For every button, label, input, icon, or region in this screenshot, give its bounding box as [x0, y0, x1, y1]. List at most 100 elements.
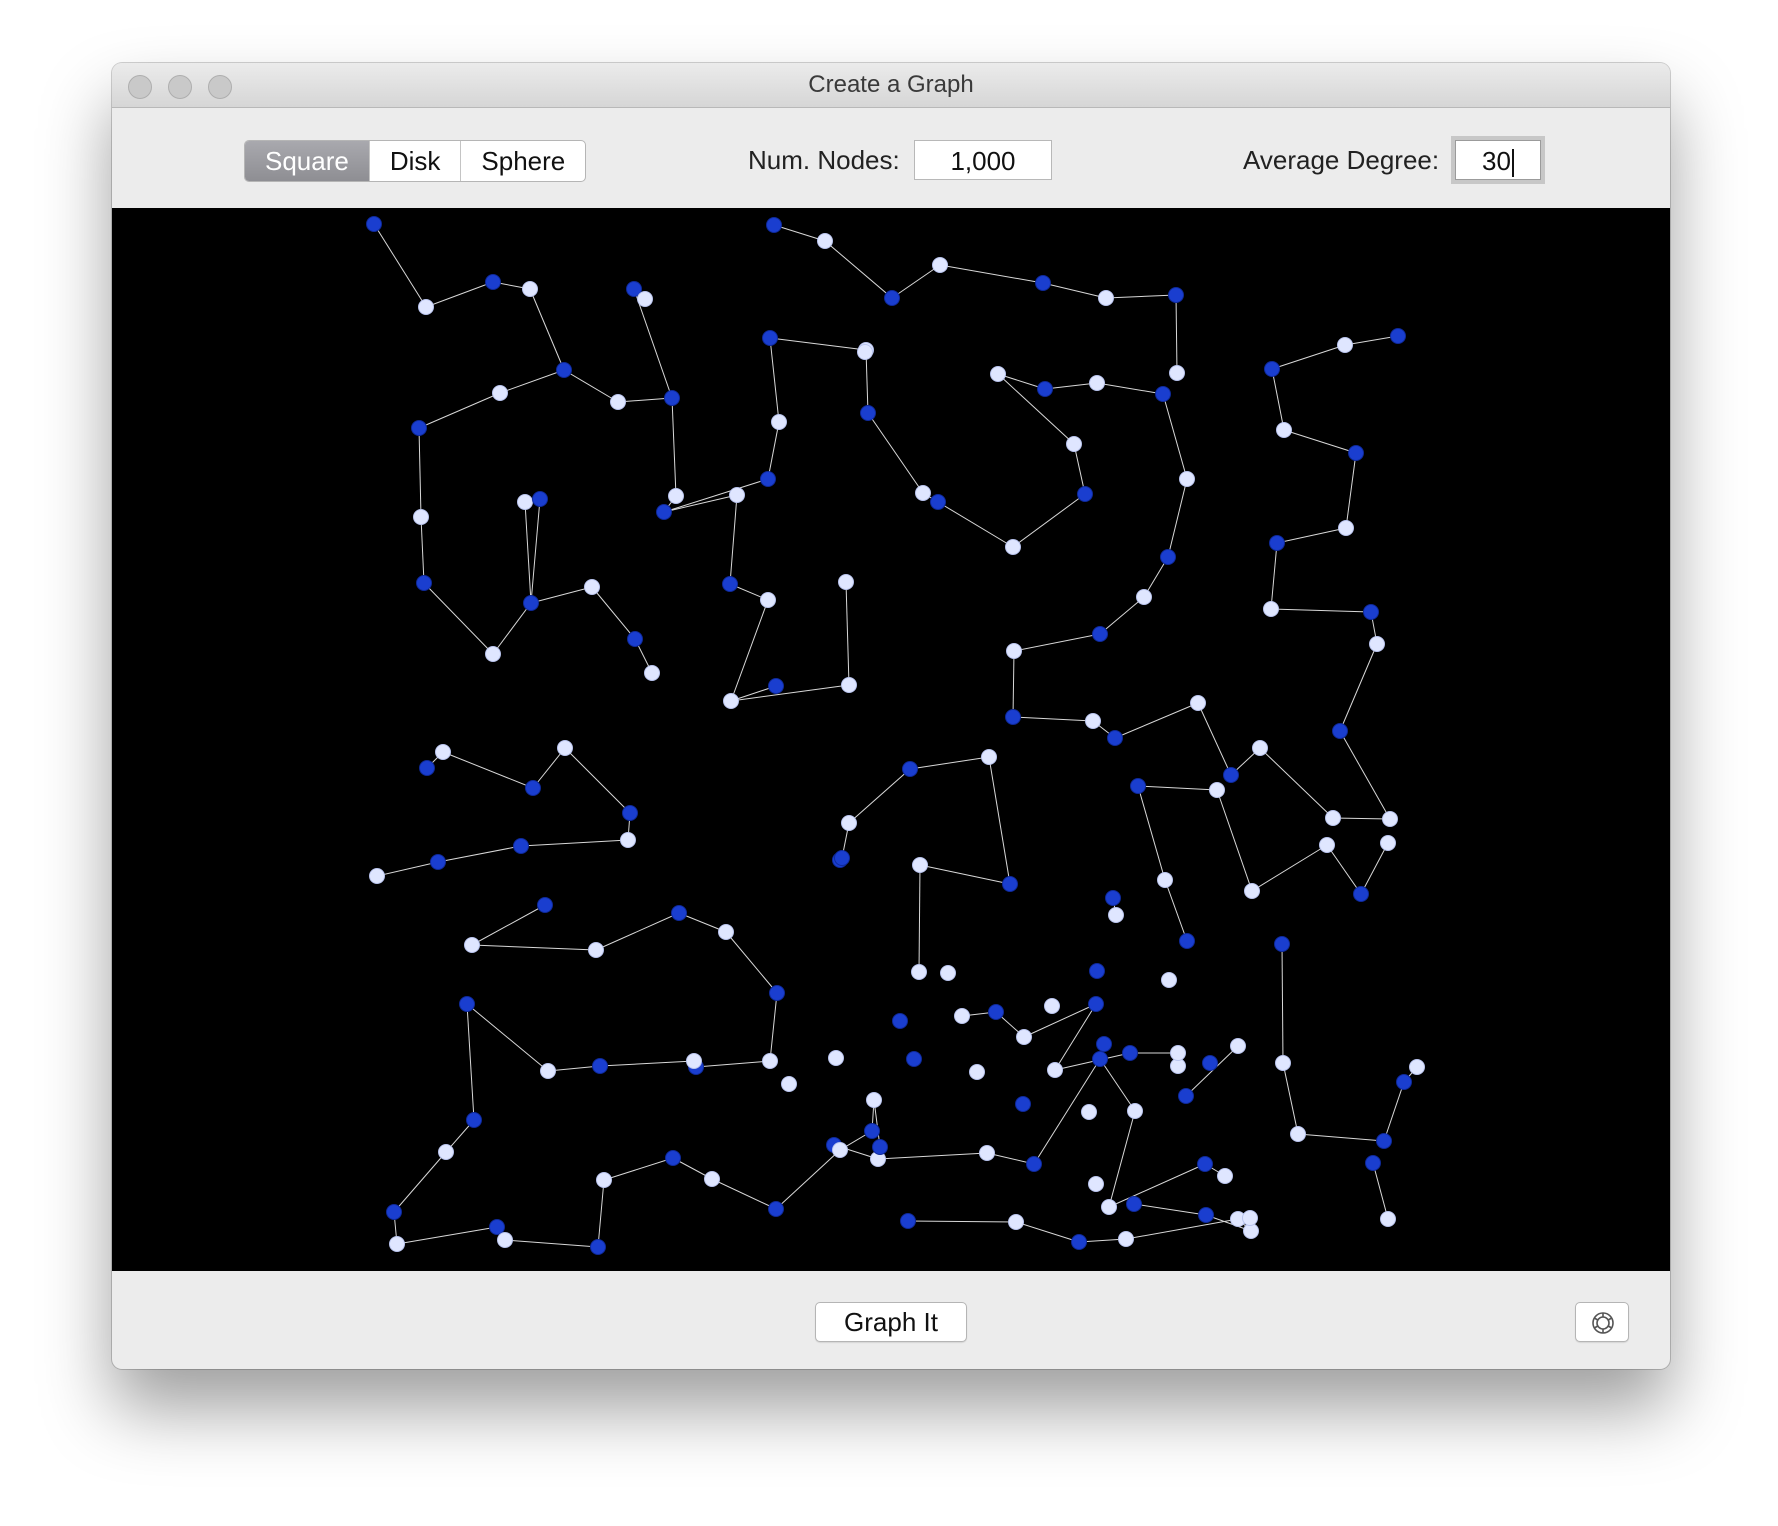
gear-icon [1592, 1312, 1614, 1334]
graph-node [419, 760, 435, 776]
graph-node [637, 291, 653, 307]
graph-node [627, 631, 643, 647]
graph-edge [1271, 344, 1346, 370]
graph-node [416, 575, 432, 591]
graph-node [1122, 1045, 1138, 1061]
graph-node [969, 1064, 985, 1080]
graph-edge [471, 904, 546, 946]
graph-node [1202, 1055, 1218, 1071]
graph-edge [1276, 527, 1347, 544]
graph-node [722, 576, 738, 592]
graph-edge [563, 369, 619, 403]
graph-node [1382, 811, 1398, 827]
graph-edge [1332, 817, 1391, 820]
graph-node [1376, 1133, 1392, 1149]
graph-node [729, 487, 745, 503]
graph-node [900, 1213, 916, 1229]
graph-node [1107, 730, 1123, 746]
graph-node [762, 1053, 778, 1069]
graph-edge [1114, 702, 1199, 739]
graph-node [781, 1076, 797, 1092]
graph-edge [499, 369, 565, 394]
graph-edge [1372, 1162, 1389, 1220]
graph-edge [773, 224, 826, 242]
graph-node [620, 832, 636, 848]
graph-edge [1383, 1081, 1405, 1142]
segment-square[interactable]: Square [245, 141, 369, 181]
average-degree-field[interactable]: 30 [1455, 140, 1541, 180]
graph-canvas[interactable] [112, 208, 1670, 1271]
graph-edge [1099, 1058, 1136, 1112]
graph-node [704, 1171, 720, 1187]
graph-edge [1108, 1110, 1136, 1208]
graph-node [686, 1053, 702, 1069]
graph-edge [418, 427, 422, 518]
graph-node [489, 1219, 505, 1235]
window-title: Create a Graph [808, 71, 974, 98]
graph-edge [1162, 393, 1188, 480]
graph-node [1026, 1156, 1042, 1172]
graph-node [1005, 539, 1021, 555]
graph-edge [520, 839, 629, 847]
graph-edge [376, 861, 439, 877]
graph-edge [845, 581, 850, 686]
graph-node [768, 678, 784, 694]
graph-node [1332, 723, 1348, 739]
graph-node [1169, 365, 1185, 381]
segment-disk[interactable]: Disk [368, 141, 461, 181]
graph-edge [1133, 1203, 1207, 1216]
graph-edge [848, 768, 911, 824]
graph-it-button[interactable]: Graph It [815, 1302, 967, 1342]
graph-edge [695, 1060, 771, 1068]
graph-node [1089, 375, 1105, 391]
graph-node [932, 257, 948, 273]
graph-node [1005, 709, 1021, 725]
graph-edge [1339, 730, 1391, 820]
graph-edge [907, 1220, 1017, 1223]
graph-edge [711, 1178, 777, 1210]
graph-node [979, 1145, 995, 1161]
graph-node [1136, 589, 1152, 605]
graph-edge [504, 1239, 599, 1248]
graph-edge [599, 1060, 695, 1067]
graph-node [664, 390, 680, 406]
graph-node [866, 1092, 882, 1108]
graph-node [1252, 740, 1268, 756]
graph-edge [1099, 596, 1145, 635]
graph-node [540, 1063, 556, 1079]
graph-edge [418, 392, 501, 429]
graph-edge [1259, 747, 1334, 819]
segment-sphere[interactable]: Sphere [460, 141, 585, 181]
graph-node [1006, 643, 1022, 659]
graph-edge [730, 684, 850, 702]
graph-node [1380, 1211, 1396, 1227]
graph-edge [1164, 879, 1188, 942]
shape-segmented-control[interactable]: Square Disk Sphere [244, 140, 587, 182]
graph-node [1016, 1029, 1032, 1045]
graph-edge [867, 412, 924, 494]
graph-edge [1108, 1163, 1206, 1208]
graph-node [1044, 998, 1060, 1014]
average-degree-value: 30 [1482, 146, 1511, 176]
graph-node [1179, 471, 1195, 487]
graph-node [1088, 1176, 1104, 1192]
graph-node [841, 815, 857, 831]
graph-node [522, 281, 538, 297]
graph-node [1179, 933, 1195, 949]
graph-edge [1281, 943, 1284, 1064]
graph-node [1066, 436, 1082, 452]
graph-node [864, 1123, 880, 1139]
graph-edge [425, 281, 494, 308]
graph-node [981, 749, 997, 765]
graph-node [1096, 1036, 1112, 1052]
graph-node [1126, 1196, 1142, 1212]
average-degree-label: Average Degree: [1243, 145, 1440, 175]
settings-button[interactable] [1575, 1302, 1629, 1342]
graph-node [1198, 1207, 1214, 1223]
num-nodes-field[interactable]: 1,000 [914, 140, 1052, 180]
graph-node [954, 1008, 970, 1024]
graph-node [386, 1204, 402, 1220]
graph-node [723, 693, 739, 709]
title-bar[interactable]: Create a Graph [112, 63, 1670, 108]
graph-node [940, 965, 956, 981]
